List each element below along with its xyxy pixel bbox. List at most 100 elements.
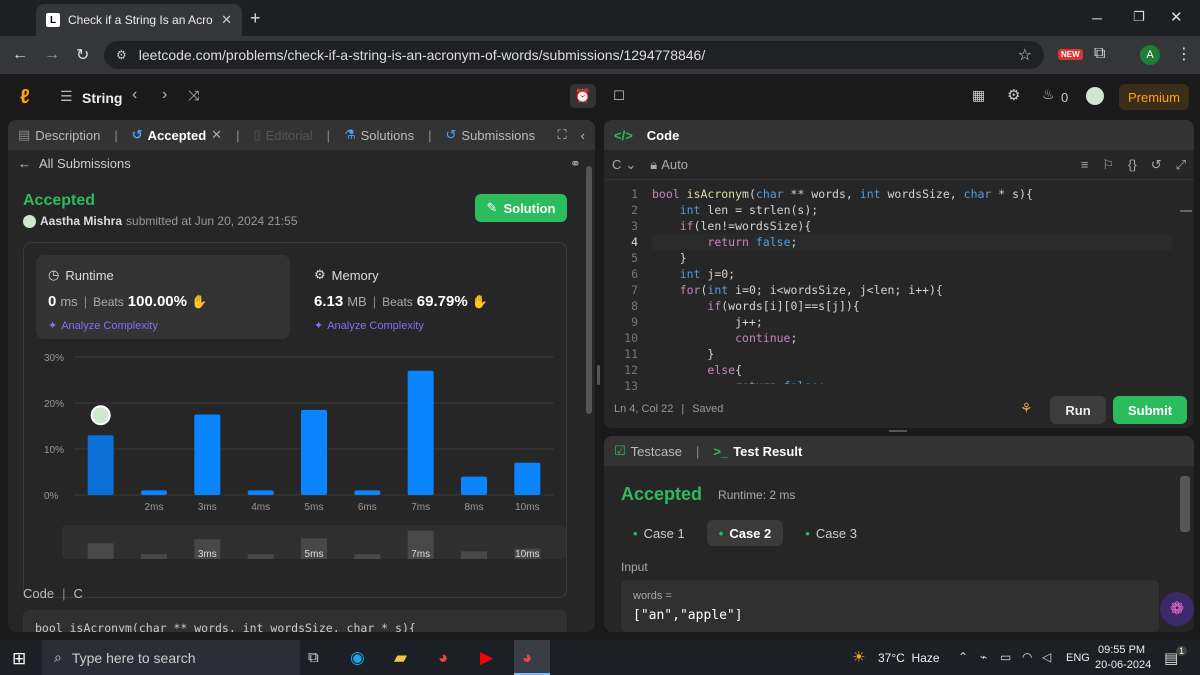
weather-text[interactable]: 37°C Haze xyxy=(878,651,940,665)
settings-gear-icon[interactable]: ⚙ xyxy=(1007,86,1020,104)
avatar[interactable] xyxy=(23,214,36,228)
window-close-icon[interactable]: ✕ xyxy=(1170,8,1183,26)
back-to-submissions[interactable]: ← All Submissions xyxy=(18,156,131,171)
browser-menu-icon[interactable]: ⋮ xyxy=(1176,44,1192,64)
code-line: } xyxy=(652,251,687,265)
site-info-icon[interactable]: ⚙ xyxy=(116,48,127,62)
runtime-distribution-chart[interactable]: 30% 20% 10% 0% 2ms 3ms 4ms 5ms 6ms 7ms 8ms 10ms 3ms 5… xyxy=(24,343,566,595)
code-area[interactable]: bool isAcronym(char ** words, int wordsS… xyxy=(652,186,1172,384)
streak-fire-icon[interactable]: ♨ xyxy=(1042,86,1055,103)
submit-button[interactable]: Submit xyxy=(1113,396,1187,424)
address-bar[interactable]: ⚙ leetcode.com/problems/check-if-a-strin… xyxy=(104,41,1044,69)
prev-problem-icon[interactable]: ‹ xyxy=(132,86,137,104)
bar xyxy=(301,409,327,495)
chevron-up-icon[interactable]: ⌃ xyxy=(958,650,968,664)
file-explorer-icon[interactable]: ▰ xyxy=(394,648,407,668)
code-lang: C xyxy=(73,586,83,601)
chrome-icon[interactable]: ◕ xyxy=(438,648,448,668)
submitter-name[interactable]: Aastha Mishra xyxy=(40,214,122,228)
profile-avatar[interactable]: A xyxy=(1140,45,1160,65)
layout-grid-icon[interactable]: ▦ xyxy=(972,87,985,104)
panel-resize-handle[interactable] xyxy=(597,365,600,385)
edge-icon[interactable]: ◉ xyxy=(350,648,365,668)
test-result-label: Test Result xyxy=(733,443,803,459)
reload-icon[interactable]: ↻ xyxy=(76,45,89,65)
result-scrollbar[interactable] xyxy=(1180,476,1190,532)
youtube-icon[interactable]: ▶ xyxy=(480,648,493,668)
case-tab-2[interactable]: • Case 2 xyxy=(706,520,784,546)
tab-divider: | xyxy=(236,127,240,143)
tab-solutions[interactable]: ⚗ Solutions xyxy=(344,127,414,143)
input-language[interactable]: ENG xyxy=(1066,652,1090,664)
mini-bar xyxy=(354,554,381,559)
auto-mode[interactable]: 🔒︎ Auto xyxy=(650,157,688,173)
restore-icon[interactable]: ❐ xyxy=(1133,9,1145,25)
new-tab-icon[interactable]: + xyxy=(250,8,261,29)
timer-icon[interactable]: ⏰ xyxy=(570,84,596,108)
premium-button[interactable]: Premium xyxy=(1119,84,1189,110)
close-icon[interactable]: ✕ xyxy=(211,127,222,143)
language-select[interactable]: C ⌄ xyxy=(612,157,636,173)
new-extension-badge[interactable]: NEW xyxy=(1058,49,1083,60)
memory-label: Memory xyxy=(331,267,379,283)
case-tab-1[interactable]: • Case 1 xyxy=(621,520,697,546)
wifi-icon[interactable]: ◠ xyxy=(1022,650,1032,664)
clock-time[interactable]: 09:55 PM xyxy=(1098,644,1145,656)
editor-scrollbar[interactable] xyxy=(1180,210,1192,212)
analyze-complexity-runtime[interactable]: ✦ Analyze Complexity xyxy=(48,319,158,333)
divider: | xyxy=(695,443,700,459)
close-icon[interactable]: ✕ xyxy=(221,12,232,28)
expand-icon[interactable]: ⛶ xyxy=(558,127,567,143)
taskbar-search[interactable]: ⌕ Type here to search xyxy=(42,640,300,675)
horizontal-resize-handle[interactable] xyxy=(889,430,907,432)
tab-description[interactable]: ▤ Description xyxy=(18,127,100,143)
run-button[interactable]: Run xyxy=(1050,396,1106,424)
format-icon[interactable]: ≡ xyxy=(1081,157,1089,172)
back-arrow-icon[interactable]: ← xyxy=(12,46,28,64)
tab-submissions[interactable]: ↺ Submissions xyxy=(446,127,536,143)
left-panel-scrollbar[interactable] xyxy=(586,148,594,632)
task-view-icon[interactable]: ⧉ xyxy=(308,649,319,666)
fullscreen-icon[interactable]: ⤢ xyxy=(1176,157,1186,173)
collapse-icon[interactable]: ‹ xyxy=(581,128,585,143)
tab-accepted[interactable]: ↺ Accepted ✕ xyxy=(132,127,222,143)
memory-heading[interactable]: ⚙ Memory xyxy=(314,267,379,283)
mini-bar xyxy=(247,554,274,559)
battery-icon[interactable]: ▭ xyxy=(1000,650,1011,664)
braces-icon[interactable]: {} xyxy=(1128,157,1137,172)
debugger-icon[interactable]: ⚘ xyxy=(1020,400,1033,417)
network-icon[interactable]: ⌁ xyxy=(980,650,987,664)
user-avatar[interactable] xyxy=(1086,87,1104,105)
analyze-complexity-memory[interactable]: ✦ Analyze Complexity xyxy=(314,319,424,333)
volume-icon[interactable]: ◁ xyxy=(1042,650,1051,664)
weather-icon[interactable]: ☀ xyxy=(852,648,865,666)
bookmark-icon[interactable]: ⚐ xyxy=(1102,157,1114,173)
next-problem-icon[interactable]: › xyxy=(162,86,167,104)
shuffle-icon[interactable]: ⤨ xyxy=(188,87,199,104)
share-link-icon[interactable]: ⚭ xyxy=(570,156,581,172)
scrollbar-thumb[interactable] xyxy=(586,166,592,414)
minimize-icon[interactable]: ─ xyxy=(1092,10,1102,26)
clock-date[interactable]: 20-06-2024 xyxy=(1095,659,1151,671)
url-text[interactable]: leetcode.com/problems/check-if-a-string-… xyxy=(139,47,705,63)
tab-test-result[interactable]: >_ Test Result xyxy=(713,444,802,459)
notes-icon[interactable]: ☐ xyxy=(606,84,632,108)
problem-list-icon[interactable]: ☰ xyxy=(60,88,73,105)
result-status: Accepted xyxy=(621,484,703,504)
extensions-puzzle-icon[interactable]: ⧉ xyxy=(1094,45,1105,63)
browser-tab[interactable]: L Check if a String Is an Acronym ✕ xyxy=(36,4,242,36)
forward-arrow-icon[interactable]: → xyxy=(44,46,60,64)
notification-count: 1 xyxy=(1176,646,1188,656)
solution-button[interactable]: ✎ Solution xyxy=(475,194,567,222)
bookmark-star-icon[interactable]: ☆ xyxy=(1018,45,1032,65)
code-preview-line: bool isAcronym(char ** words, int wordsS… xyxy=(35,621,416,632)
problem-list-label[interactable]: String xyxy=(82,90,122,106)
case-tab-3[interactable]: • Case 3 xyxy=(793,520,869,546)
tab-editorial[interactable]: ▯ Editorial xyxy=(253,127,312,143)
reset-icon[interactable]: ↺ xyxy=(1151,157,1162,173)
tab-editorial-label: Editorial xyxy=(265,127,313,143)
windows-start-icon[interactable]: ⊞ xyxy=(12,649,26,669)
tab-testcase[interactable]: ☑ Testcase xyxy=(614,443,682,459)
leetcode-logo-icon[interactable]: ℓ xyxy=(20,86,30,109)
ai-assistant-icon[interactable]: ❁ xyxy=(1160,592,1194,626)
